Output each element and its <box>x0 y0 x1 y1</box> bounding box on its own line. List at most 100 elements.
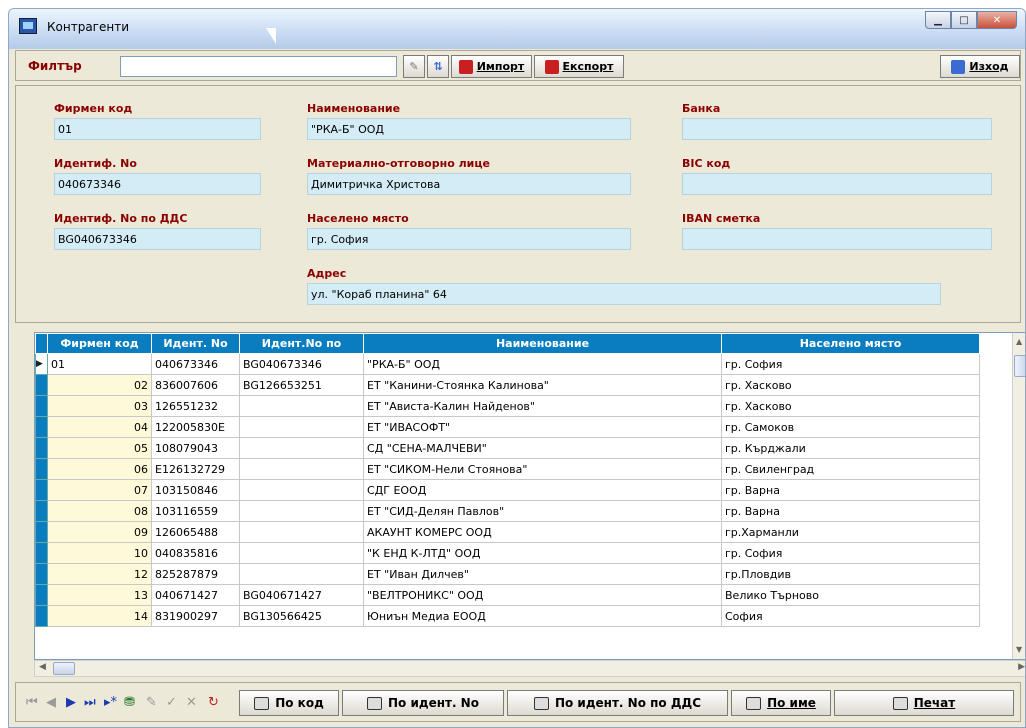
sort-by-vat-button[interactable]: По идент. No по ДДС <box>507 690 728 716</box>
cell-name[interactable]: ЕТ "СИКОМ-Нели Стоянова" <box>363 458 722 480</box>
table-row[interactable]: 05 108079043 СД "СЕНА-МАЛЧЕВИ" гр. Кърджали <box>35 437 980 459</box>
cell-id[interactable]: 836007606 <box>151 374 240 396</box>
horizontal-scroll-thumb[interactable] <box>53 662 75 675</box>
row-selector[interactable]: ▶ <box>35 353 48 375</box>
cell-name[interactable]: СД "СЕНА-МАЛЧЕВИ" <box>363 437 722 459</box>
row-selector[interactable] <box>35 521 48 543</box>
cell-vat[interactable]: BG040671427 <box>239 584 364 606</box>
cell-vat[interactable] <box>239 458 364 480</box>
cell-code[interactable]: 07 <box>47 479 152 501</box>
address-field[interactable]: ул. "Кораб планина" 64 <box>307 283 941 305</box>
horizontal-scrollbar[interactable]: ◀ ▶ <box>34 660 1025 677</box>
cell-id[interactable]: 103150846 <box>151 479 240 501</box>
row-selector[interactable] <box>35 416 48 438</box>
row-selector[interactable] <box>35 605 48 627</box>
vertical-scroll-thumb[interactable] <box>1014 355 1025 377</box>
scroll-up-icon[interactable]: ▲ <box>1016 337 1022 346</box>
cell-id[interactable]: 126551232 <box>151 395 240 417</box>
cell-code[interactable]: 06 <box>47 458 152 480</box>
refresh-data-icon[interactable]: ↻ <box>208 695 219 710</box>
cell-name[interactable]: "РКА-Б" ООД <box>363 353 722 375</box>
table-row[interactable]: 08 103116559 ЕТ "СИД-Делян Павлов" гр. Варн… <box>35 500 980 522</box>
cell-code[interactable]: 10 <box>47 542 152 564</box>
header-code[interactable]: Фирмен код <box>47 333 152 354</box>
cell-city[interactable]: гр.Харманли <box>721 521 980 543</box>
cell-vat[interactable] <box>239 395 364 417</box>
last-record-icon[interactable]: ⏭ <box>84 695 96 710</box>
bank-field[interactable] <box>682 118 992 140</box>
cell-vat[interactable]: BG130566425 <box>239 605 364 627</box>
insert-record-icon[interactable]: ▸* <box>104 695 117 710</box>
cell-code[interactable]: 09 <box>47 521 152 543</box>
table-row[interactable]: 12 825287879 ЕТ "Иван Дилчев" гр.Пловдив <box>35 563 980 585</box>
cell-id[interactable]: 040671427 <box>151 584 240 606</box>
mol-field[interactable]: Димитричка Христова <box>307 173 631 195</box>
cell-name[interactable]: Юниън Медиа ЕООД <box>363 605 722 627</box>
header-vat[interactable]: Идент.No по <box>239 333 364 354</box>
row-selector[interactable] <box>35 395 48 417</box>
clear-filter-button[interactable]: ✎ <box>403 55 425 78</box>
sort-by-id-button[interactable]: По идент. No <box>342 690 504 716</box>
cell-vat[interactable]: BG126653251 <box>239 374 364 396</box>
table-row[interactable]: 02 836007606 BG126653251 ЕТ "Канини-Стоянка… <box>35 374 980 396</box>
cell-code[interactable]: 12 <box>47 563 152 585</box>
cell-city[interactable]: гр. Варна <box>721 500 980 522</box>
table-row[interactable]: 09 126065488 АКАУНТ КОМЕРС ООД гр.Харманли <box>35 521 980 543</box>
scroll-down-icon[interactable]: ▼ <box>1016 645 1022 654</box>
cell-code[interactable]: 02 <box>47 374 152 396</box>
cell-name[interactable]: ЕТ "Иван Дилчев" <box>363 563 722 585</box>
filter-input[interactable] <box>120 56 397 77</box>
cell-id[interactable]: 825287879 <box>151 563 240 585</box>
sort-by-code-button[interactable]: По код <box>239 690 339 716</box>
cell-vat[interactable] <box>239 479 364 501</box>
row-selector[interactable] <box>35 374 48 396</box>
cell-city[interactable]: гр. Хасково <box>721 374 980 396</box>
cell-city[interactable]: гр. Свиленград <box>721 458 980 480</box>
cell-name[interactable]: ЕТ "СИД-Делян Павлов" <box>363 500 722 522</box>
cell-name[interactable]: ЕТ "Ависта-Калин Найденов" <box>363 395 722 417</box>
cell-id[interactable]: 122005830E <box>151 416 240 438</box>
print-button[interactable]: Печат <box>834 690 1014 716</box>
cell-id[interactable]: 040835816 <box>151 542 240 564</box>
scroll-right-icon[interactable]: ▶ <box>1018 662 1025 672</box>
cell-vat[interactable] <box>239 437 364 459</box>
header-city[interactable]: Населено място <box>721 333 980 354</box>
vat-field[interactable]: BG040673346 <box>54 228 261 250</box>
import-button[interactable]: Импорт <box>451 55 532 78</box>
post-record-icon[interactable]: ✓ <box>166 695 177 710</box>
prior-record-icon[interactable]: ◀ <box>46 695 56 710</box>
cell-vat[interactable]: BG040673346 <box>239 353 364 375</box>
cell-vat[interactable] <box>239 563 364 585</box>
next-record-icon[interactable]: ▶ <box>66 695 76 710</box>
cell-vat[interactable] <box>239 542 364 564</box>
exit-button[interactable]: Изход <box>940 55 1020 78</box>
row-selector[interactable] <box>35 563 48 585</box>
cell-city[interactable]: гр. Варна <box>721 479 980 501</box>
table-row[interactable]: ▶ 01 040673346 BG040673346 "РКА-Б" ООД гр. Со… <box>35 353 980 375</box>
cell-city[interactable]: гр.Пловдив <box>721 563 980 585</box>
edit-record-icon[interactable]: ✎ <box>146 695 157 710</box>
table-row[interactable]: 04 122005830E ЕТ "ИВАСОФТ" гр. Самоков <box>35 416 980 438</box>
cell-code[interactable]: 08 <box>47 500 152 522</box>
cell-city[interactable]: Велико Търново <box>721 584 980 606</box>
cell-city[interactable]: София <box>721 605 980 627</box>
cell-id[interactable]: 108079043 <box>151 437 240 459</box>
header-name[interactable]: Наименование <box>363 333 722 354</box>
cell-id[interactable]: 103116559 <box>151 500 240 522</box>
cell-id[interactable]: 831900297 <box>151 605 240 627</box>
row-selector[interactable] <box>35 458 48 480</box>
id-field[interactable]: 040673346 <box>54 173 261 195</box>
table-row[interactable]: 14 831900297 BG130566425 Юниън Медиа ЕООД Со… <box>35 605 980 627</box>
cell-code[interactable]: 13 <box>47 584 152 606</box>
row-selector[interactable] <box>35 437 48 459</box>
cell-name[interactable]: ЕТ "Канини-Стоянка Калинова" <box>363 374 722 396</box>
table-row[interactable]: 13 040671427 BG040671427 "ВЕЛТРОНИКС" ООД Ве… <box>35 584 980 606</box>
cell-city[interactable]: гр. Самоков <box>721 416 980 438</box>
code-field[interactable]: 01 <box>54 118 261 140</box>
cell-city[interactable]: гр. Кърджали <box>721 437 980 459</box>
name-field[interactable]: "РКА-Б" ООД <box>307 118 631 140</box>
close-button[interactable]: ✕ <box>977 11 1017 29</box>
table-row[interactable]: 06 E126132729 ЕТ "СИКОМ-Нели Стоянова" гр. … <box>35 458 980 480</box>
row-selector[interactable] <box>35 542 48 564</box>
sort-by-name-button[interactable]: По име <box>731 690 831 716</box>
